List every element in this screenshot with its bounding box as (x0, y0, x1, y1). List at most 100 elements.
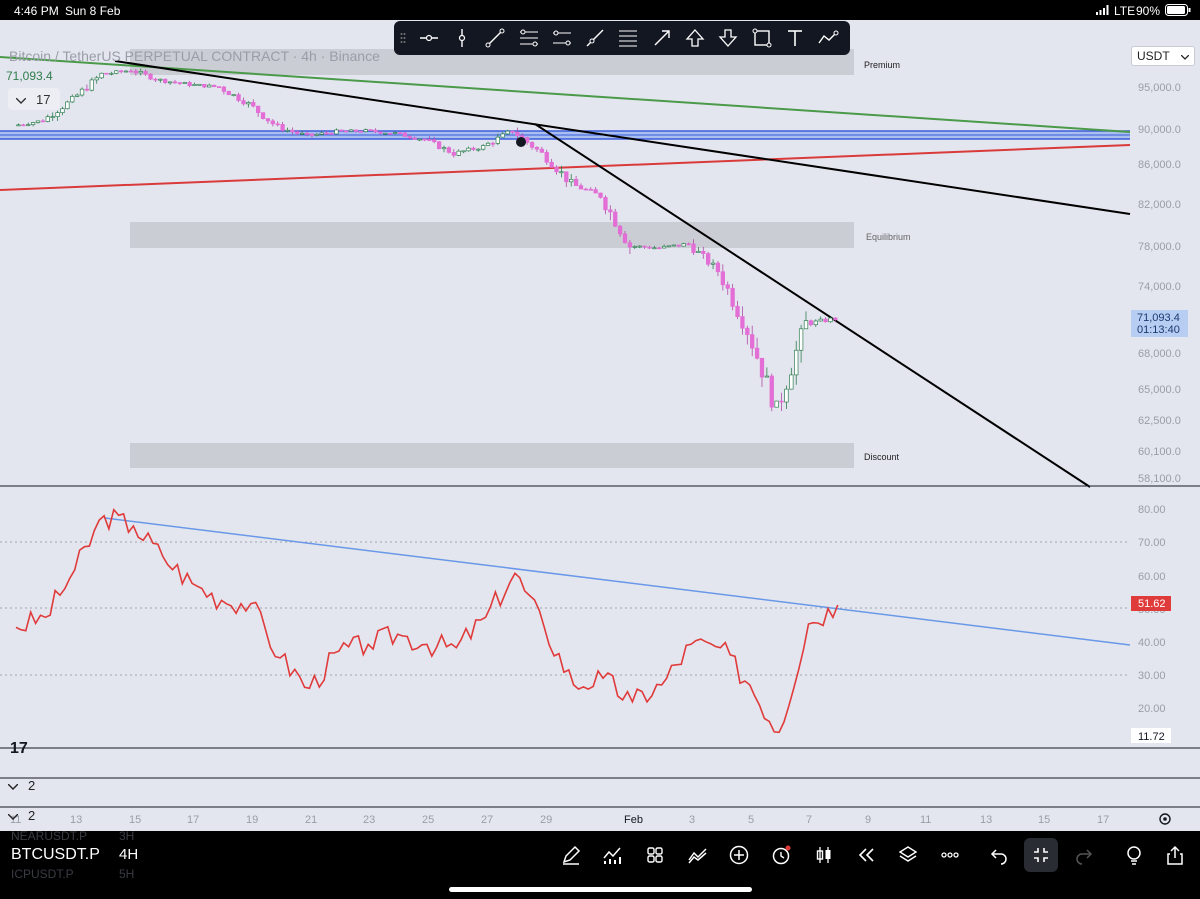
event-marker[interactable] (516, 137, 526, 147)
symbol-selector[interactable]: BTCUSDT.P (11, 846, 100, 864)
candlestick-type-icon[interactable] (810, 842, 838, 868)
candle (16, 124, 21, 127)
time-axis: 11 13 15 17 19 21 23 25 27 29 Feb 3 5 7 … (10, 814, 1109, 826)
fib-retracement-tool[interactable] (612, 21, 645, 55)
candle (769, 375, 774, 408)
candle (304, 132, 310, 135)
candle (30, 122, 36, 125)
candle (138, 71, 143, 74)
candle (740, 316, 745, 329)
indicators-icon[interactable] (598, 842, 626, 868)
timeframe-selector[interactable]: 4H (119, 846, 138, 863)
chevron-down-icon (15, 92, 27, 107)
chart-area[interactable]: Premium Equilibrium Discount 95,000.0 90… (0, 20, 1200, 831)
candle (114, 70, 119, 74)
oscillator-trend-line[interactable] (104, 517, 1131, 646)
candle (500, 133, 505, 138)
more-icon[interactable] (936, 842, 964, 868)
alarm-clock-icon[interactable] (767, 842, 795, 868)
redo-icon[interactable] (1070, 842, 1098, 868)
compare-icon[interactable] (684, 842, 712, 868)
vertical-line-tool[interactable] (445, 21, 478, 55)
candle (676, 244, 681, 247)
share-icon[interactable] (1161, 842, 1189, 868)
collapsed-pane-1-toggle[interactable]: 2 (7, 774, 48, 796)
undo-icon[interactable] (985, 842, 1013, 868)
candle (466, 147, 471, 152)
candle (627, 242, 633, 248)
candle (583, 188, 589, 191)
candle (128, 70, 134, 73)
lightbulb-icon[interactable] (1120, 842, 1148, 868)
candle (661, 245, 667, 249)
parallel-channel-tool[interactable] (512, 21, 545, 55)
oscillator-tick: 80.00 (1138, 504, 1166, 516)
candle (344, 130, 349, 133)
candle (759, 357, 765, 378)
candle (255, 105, 261, 114)
candle (265, 118, 271, 122)
candle (808, 320, 814, 326)
red-trend-line[interactable] (0, 144, 1131, 191)
candle (89, 79, 94, 91)
status-time: 4:46 PM (14, 4, 59, 18)
layout-grid-icon[interactable] (641, 842, 669, 868)
candle (60, 108, 65, 113)
time-tick: 11 (920, 814, 931, 826)
regression-trend-tool[interactable] (545, 21, 578, 55)
candle (784, 388, 789, 403)
price-tick: 62,500.0 (1138, 415, 1181, 427)
discount-label: Discount (864, 452, 900, 462)
status-bar: 4:46 PM Sun 8 Feb LTE 90% (0, 0, 1200, 20)
horizontal-ray-tool[interactable] (412, 21, 445, 55)
currency-select[interactable]: USDT (1131, 46, 1195, 66)
network-label: LTE (1114, 4, 1136, 18)
candle (603, 197, 608, 211)
equilibrium-label: Equilibrium (866, 232, 911, 242)
fullscreen-exit-icon[interactable] (1024, 838, 1058, 872)
candle (226, 91, 231, 96)
layers-icon[interactable] (894, 842, 922, 868)
candle (192, 84, 197, 86)
collapsed-pane-2-toggle[interactable]: 2 (7, 804, 48, 826)
candle (779, 400, 784, 403)
candle (417, 138, 422, 141)
price-tick: 82,000.0 (1138, 199, 1181, 211)
replay-icon[interactable] (852, 842, 880, 868)
candle (383, 132, 388, 135)
descending-trend-line-steep[interactable] (534, 123, 1091, 488)
candle (701, 250, 706, 254)
axis-settings-icon[interactable] (1159, 813, 1171, 825)
discount-zone (130, 443, 854, 468)
indicators-collapse-button[interactable]: 17 (8, 88, 60, 110)
watchlist-ghost-timeframe: 3H (119, 829, 135, 843)
arrow-tool[interactable] (645, 21, 678, 55)
path-tool[interactable] (812, 21, 845, 55)
ray-tool[interactable] (578, 21, 611, 55)
arrow-down-icon[interactable] (712, 21, 745, 55)
candle (363, 129, 368, 132)
time-tick: 17 (1097, 814, 1109, 826)
drawing-toolbar[interactable] (394, 21, 850, 55)
candle (348, 129, 354, 132)
arrow-up-icon[interactable] (678, 21, 711, 55)
trend-line-tool[interactable] (479, 21, 512, 55)
candle (578, 185, 584, 190)
candle (197, 83, 202, 86)
candle (534, 146, 540, 150)
candle (696, 250, 701, 253)
candle (407, 136, 412, 139)
text-tool[interactable] (778, 21, 811, 55)
pane-indicator-count: 2 (28, 777, 36, 793)
drag-handle-icon[interactable] (394, 21, 412, 55)
candle (554, 166, 559, 173)
time-tick: 13 (70, 814, 82, 826)
price-tick: 90,000.0 (1138, 124, 1181, 136)
candle (119, 70, 124, 73)
candle (798, 328, 804, 351)
drawing-pencil-icon[interactable] (557, 842, 585, 868)
candle (691, 243, 696, 253)
add-icon[interactable] (725, 842, 753, 868)
rectangle-tool[interactable] (745, 21, 778, 55)
candle (573, 178, 579, 186)
